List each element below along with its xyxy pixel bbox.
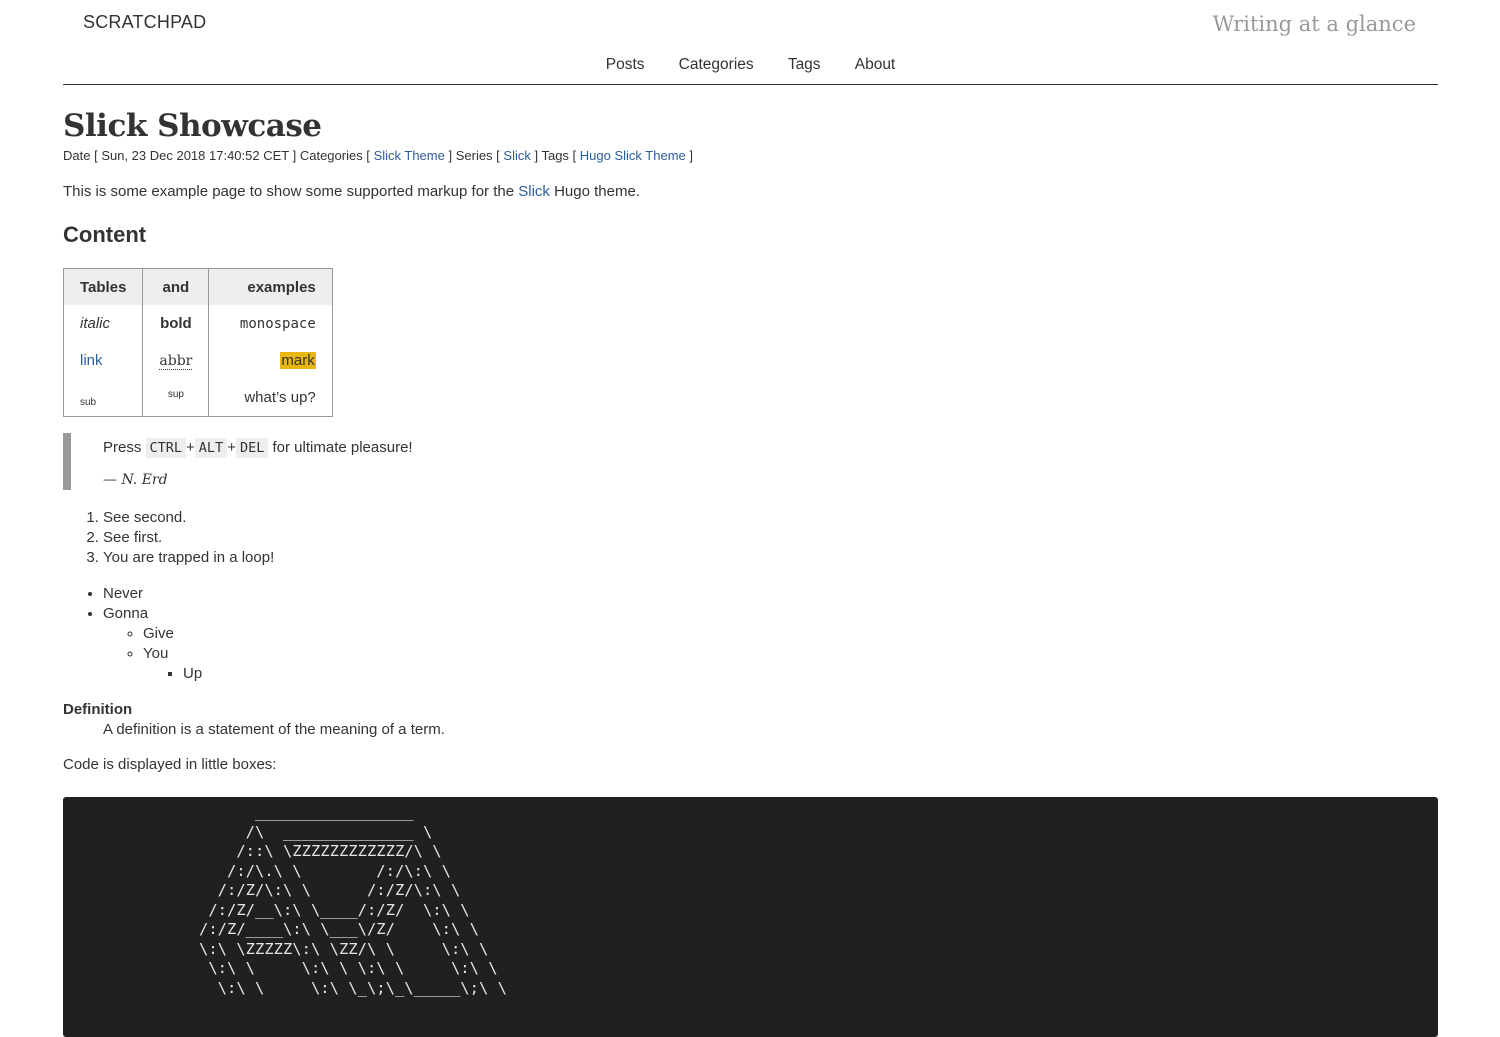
table-cell-bold: bold: [142, 305, 210, 342]
sup-text: sup: [167, 388, 184, 400]
meta-close: ]: [689, 148, 694, 163]
intro-text-after: Hugo theme.: [549, 183, 640, 200]
table-header-cell: and: [142, 268, 210, 305]
list-item: See first.: [103, 528, 1438, 548]
list-item: You are trapped in a loop!: [103, 548, 1438, 568]
list-item-you: You Up: [143, 644, 1438, 684]
table-cell-mono: monospace: [208, 305, 333, 342]
list-item-give: Give: [143, 624, 1438, 644]
bold-text: bold: [160, 315, 192, 332]
nav-categories[interactable]: Categories: [679, 56, 754, 74]
nested-list-deep: Up: [143, 664, 1438, 684]
intro-text-before: This is some example page to show some s…: [63, 183, 519, 200]
unordered-list: Never Gonna Give You Up: [63, 584, 1438, 684]
code-block[interactable]: _________________ /\ ______________ \ /:…: [63, 797, 1438, 1037]
slick-link[interactable]: Slick: [518, 183, 550, 200]
mark-text: mark: [280, 352, 316, 369]
content-heading: Content: [63, 222, 147, 247]
quote-before: Press: [103, 439, 146, 456]
table-link[interactable]: link: [80, 352, 103, 369]
table-cell-mark: mark: [208, 342, 333, 379]
table-row: italic bold monospace: [63, 305, 333, 342]
table-row: sub sup what’s up?: [63, 379, 333, 417]
table-header-cell: Tables: [63, 268, 144, 305]
main-nav: Posts Categories Tags About: [63, 56, 1438, 85]
kbd-del: DEL: [235, 438, 269, 458]
intro-paragraph: This is some example page to show some s…: [63, 183, 1438, 200]
table-header-row: Tables and examples: [63, 268, 333, 305]
post-meta: Date [ Sun, 23 Dec 2018 17:40:52 CET ] C…: [63, 148, 1438, 163]
table-cell-sup: sup: [142, 379, 210, 417]
nested-list: Give You Up: [103, 624, 1438, 684]
table-cell-link: link: [63, 342, 144, 379]
example-table: Tables and examples italic bold monospac…: [63, 268, 333, 417]
list-item: See second.: [103, 508, 1438, 528]
code-intro-text: Code is displayed in little boxes:: [63, 756, 277, 773]
ordered-list: See second. See first. You are trapped i…: [63, 508, 1438, 568]
blockquote: Press CTRL + ALT + DEL for ultimate pleasure…: [63, 433, 1398, 490]
meta-tags-label: ] Tags [: [534, 148, 577, 163]
table-cell-question: what’s up?: [208, 379, 333, 417]
site-tagline: Writing at a glance: [1212, 12, 1416, 36]
table-cell-italic: italic: [63, 305, 144, 342]
page: SCRATCHPAD Writing at a glance Posts Cat…: [0, 0, 1500, 1037]
definition-term: Definition: [63, 701, 133, 718]
site-title-link[interactable]: SCRATCHPAD: [83, 12, 206, 33]
series-link[interactable]: Slick: [503, 148, 530, 163]
post-title: Slick Showcase: [63, 108, 322, 144]
monospace-text: monospace: [239, 316, 316, 332]
nav-posts[interactable]: Posts: [606, 56, 645, 74]
italic-text: italic: [80, 315, 111, 332]
meta-categories-label: ] Categories [: [292, 148, 370, 163]
list-item-gonna-label: Gonna: [103, 605, 149, 622]
table-row: link abbr mark: [63, 342, 333, 379]
kbd-alt: ALT: [194, 438, 228, 458]
kbd-ctrl: CTRL: [145, 438, 187, 458]
meta-series-label: ] Series [: [448, 148, 500, 163]
abbr-text[interactable]: abbr: [159, 353, 193, 370]
meta-date: Sun, 23 Dec 2018 17:40:52 CET: [101, 148, 289, 163]
list-item-never: Never: [103, 584, 1438, 604]
nav-about[interactable]: About: [855, 56, 896, 74]
table-header-cell: examples: [208, 268, 333, 305]
nav-tags[interactable]: Tags: [788, 56, 821, 74]
list-item-gonna: Gonna Give You Up: [103, 604, 1438, 684]
category-link[interactable]: Slick Theme: [374, 148, 445, 163]
definition-description: A definition is a statement of the meani…: [103, 721, 445, 738]
list-item-up: Up: [183, 664, 1438, 684]
sub-text: sub: [80, 396, 97, 408]
article: Slick Showcase Date [ Sun, 23 Dec 2018 1…: [63, 108, 1438, 773]
list-item-you-label: You: [143, 645, 169, 662]
quote-citation: — N. Erd: [103, 472, 168, 488]
quote-text: Press CTRL + ALT + DEL for ultimate pleasure…: [103, 438, 413, 458]
quote-after: for ultimate pleasure!: [268, 439, 413, 456]
table-cell-abbr: abbr: [142, 342, 210, 379]
tag-link[interactable]: Hugo Slick Theme: [580, 148, 686, 163]
meta-date-label: Date [: [63, 148, 98, 163]
definition-list: Definition A definition is a statement o…: [63, 700, 1438, 740]
table-cell-sub: sub: [63, 379, 144, 417]
